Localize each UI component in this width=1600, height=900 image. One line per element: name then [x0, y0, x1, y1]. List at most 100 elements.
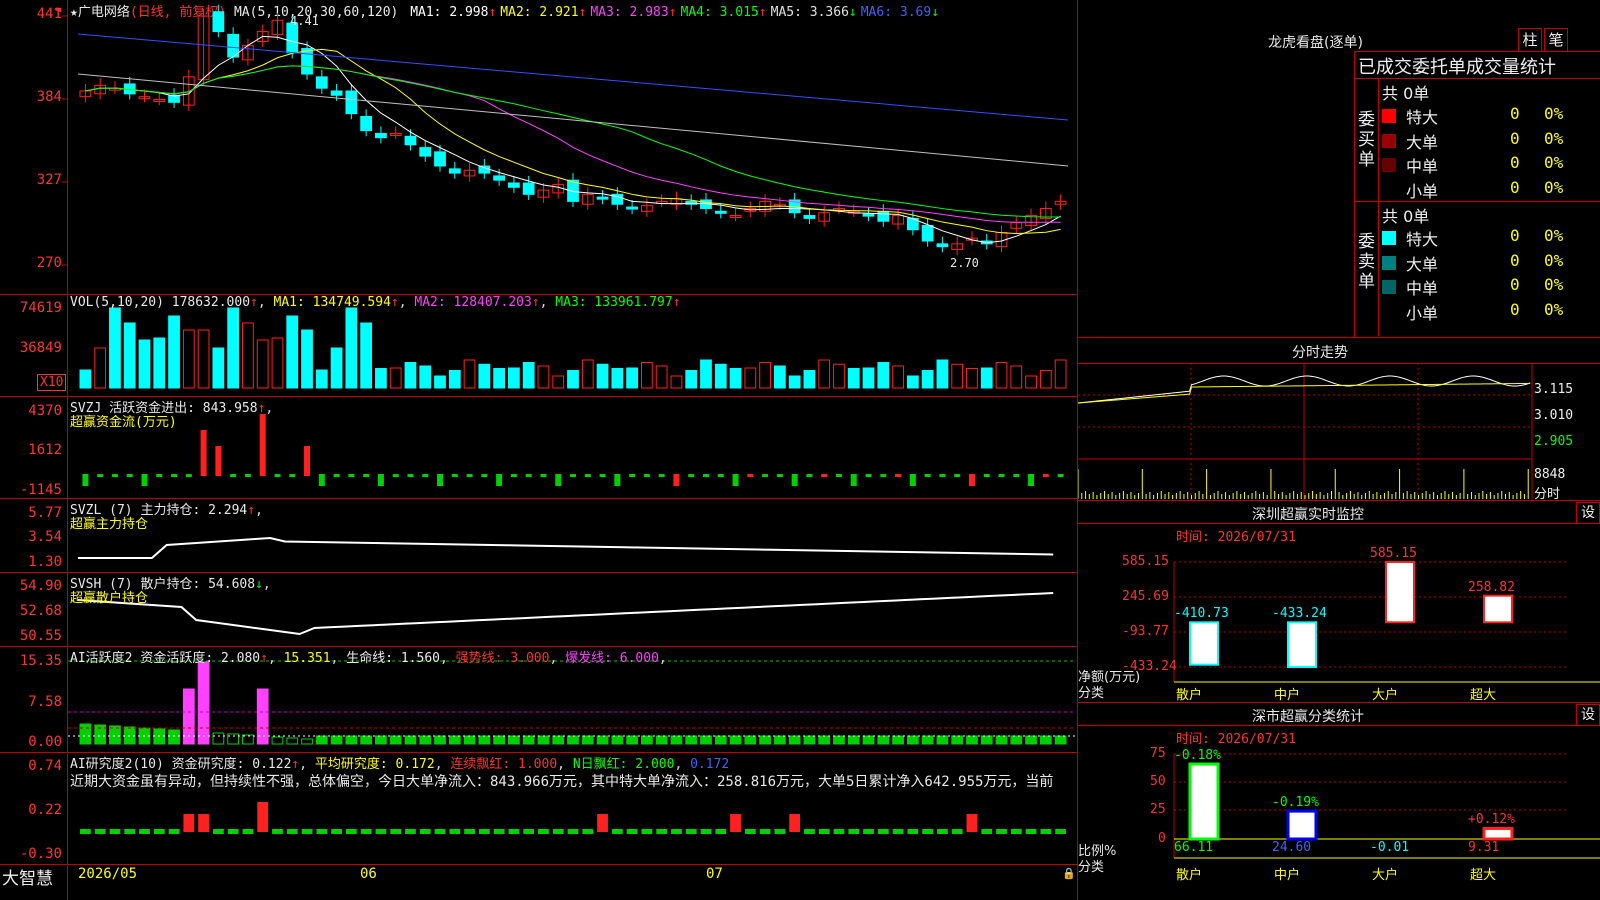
research-bar	[390, 829, 402, 834]
svzj-bar	[185, 474, 192, 477]
ai-bar	[714, 735, 727, 745]
ai-bar	[670, 735, 683, 745]
volume-bar	[345, 307, 358, 389]
volume-bar	[803, 370, 816, 389]
volume-bar	[788, 375, 801, 389]
ai-bar	[729, 735, 742, 745]
classify-chart[interactable]	[1078, 702, 1600, 900]
sell-row-name: 小单	[1406, 303, 1439, 323]
volume-bar	[197, 329, 210, 389]
volume-bar	[360, 322, 373, 389]
svzl-title: 主力持仓: 2.294	[140, 503, 248, 518]
ai-bar	[404, 735, 417, 745]
tick-view-button[interactable]: 笔	[1544, 28, 1568, 52]
price-candles	[79, 4, 1067, 256]
ai-bar	[626, 735, 638, 745]
ai-bar	[744, 735, 757, 745]
column-view-button[interactable]: 柱	[1518, 28, 1542, 52]
candle-body	[508, 182, 520, 188]
ai-bar	[345, 735, 358, 745]
svzj-bar	[924, 474, 931, 477]
volume-bar	[537, 365, 550, 389]
candle-body	[522, 182, 535, 195]
svzl-axis-mid: 3.54	[28, 529, 62, 545]
volume-bar	[493, 368, 506, 389]
research-bar	[863, 829, 874, 834]
sell-row-pct: 0%	[1544, 250, 1564, 270]
research-bar	[538, 829, 549, 834]
brand-label[interactable]: 大智慧	[2, 864, 53, 889]
research-bar	[715, 829, 727, 834]
research-t4: N日飘红: 2.000	[572, 757, 675, 772]
research-bar	[493, 829, 505, 834]
svzj-bar	[776, 474, 783, 477]
svzj-bar	[289, 474, 296, 477]
svzj-bar	[126, 474, 133, 477]
research-bar	[124, 829, 136, 834]
lock-icon[interactable]: 🔒	[1062, 867, 1076, 880]
svzj-bar	[274, 474, 281, 477]
research-bar	[109, 829, 121, 834]
svzj-bar	[643, 474, 650, 477]
research-bar	[582, 829, 594, 834]
research-bar	[345, 829, 357, 834]
svzj-bar	[983, 474, 990, 477]
candle-body	[212, 11, 225, 33]
candle-body	[360, 115, 373, 132]
research-bar	[257, 802, 269, 832]
candle-body	[936, 243, 949, 248]
svzj-bar	[407, 474, 414, 477]
volume-bar	[773, 365, 786, 389]
svzj-axis-bottom: -1145	[19, 482, 62, 498]
volume-bar	[389, 367, 402, 389]
monitor-category-label: 大户	[1372, 688, 1399, 703]
volume-bar	[640, 362, 653, 389]
high-annotation: 4.41	[290, 14, 319, 28]
volume-bar	[670, 375, 683, 389]
research-bar	[789, 814, 801, 832]
volume-bar	[434, 375, 446, 389]
intraday-chart[interactable]	[1078, 363, 1600, 500]
research-bar	[523, 829, 535, 834]
volume-bar	[1010, 365, 1023, 389]
classify-category-label: 大户	[1372, 868, 1399, 883]
volume-bar	[877, 362, 890, 389]
volume-bar	[109, 307, 121, 389]
candle-body	[862, 213, 875, 217]
vol-label: VOL(5,10,20)	[70, 295, 164, 310]
svzj-bar	[1042, 474, 1049, 477]
vol-axis-top: 74619	[19, 300, 62, 316]
svzj-bar	[318, 474, 325, 486]
ai-bar	[552, 735, 565, 745]
volume-bar	[168, 315, 180, 389]
classify-axis-2: 25	[1150, 802, 1166, 817]
svzj-bar	[909, 474, 916, 486]
ai-bar	[1054, 735, 1067, 745]
intraday-axis-low: 2.905	[1534, 434, 1574, 449]
research-bar	[656, 829, 668, 834]
sell-side-label: 委卖单	[1358, 232, 1375, 292]
classify-axis-0: 75	[1150, 746, 1166, 761]
svzj-axis-mid: 1612	[28, 442, 62, 458]
candle-body	[434, 151, 446, 167]
volume-bar	[951, 363, 964, 389]
buy-color-swatch	[1382, 109, 1396, 123]
volume-bar	[596, 363, 609, 389]
svzj-bar	[629, 474, 636, 477]
ai-bar	[936, 735, 949, 745]
candle-body	[493, 175, 506, 181]
classify-xlabel: 分类	[1078, 860, 1105, 875]
svzj-subtitle: 超赢资金流(万元)	[70, 415, 177, 430]
classify-delta-label: -0.18%	[1174, 748, 1221, 764]
buy-row-pct: 0%	[1544, 153, 1564, 172]
buy-total: 共 0单	[1382, 84, 1430, 103]
vol-unit-badge[interactable]: X10	[37, 374, 67, 391]
research-bar	[183, 814, 195, 832]
candle-body	[301, 48, 313, 75]
research-bar	[198, 814, 209, 832]
sell-row-pct: 0%	[1544, 226, 1564, 245]
monitor-axis-2: -93.77	[1122, 624, 1169, 639]
research-t1: 资金研究度: 0.122	[171, 757, 292, 772]
sell-row-name: 中单	[1406, 279, 1439, 298]
classify-bar	[1286, 809, 1318, 841]
